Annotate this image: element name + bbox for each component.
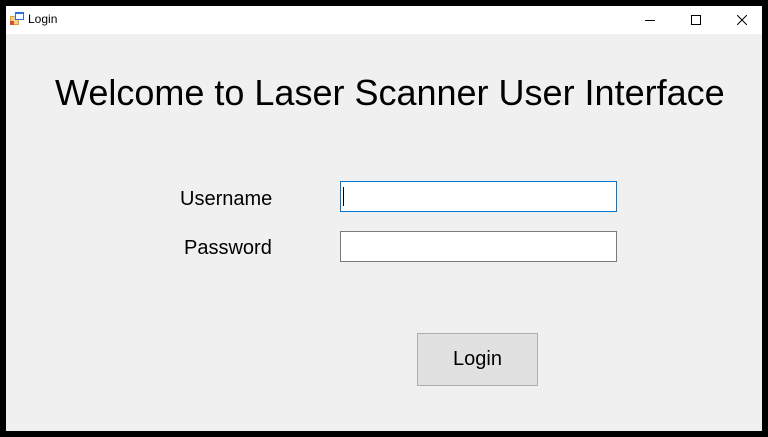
window-title: Login bbox=[28, 12, 58, 26]
maximize-icon bbox=[691, 15, 701, 25]
username-input[interactable] bbox=[340, 181, 617, 212]
password-label: Password bbox=[184, 237, 272, 259]
minimize-icon bbox=[645, 15, 655, 25]
login-button-label: Login bbox=[453, 348, 502, 370]
password-input[interactable] bbox=[340, 231, 617, 262]
maximize-button[interactable] bbox=[673, 6, 719, 34]
username-label: Username bbox=[180, 188, 273, 210]
app-icon bbox=[10, 12, 24, 26]
login-button[interactable]: Login bbox=[417, 333, 538, 386]
close-button[interactable] bbox=[719, 6, 762, 34]
close-icon bbox=[737, 15, 747, 25]
login-window: Login Welcome to Laser Scanner User Inte… bbox=[6, 6, 762, 431]
text-caret bbox=[343, 187, 344, 206]
minimize-button[interactable] bbox=[627, 6, 673, 34]
welcome-heading: Welcome to Laser Scanner User Interface bbox=[55, 72, 725, 113]
title-bar[interactable]: Login bbox=[6, 6, 762, 34]
